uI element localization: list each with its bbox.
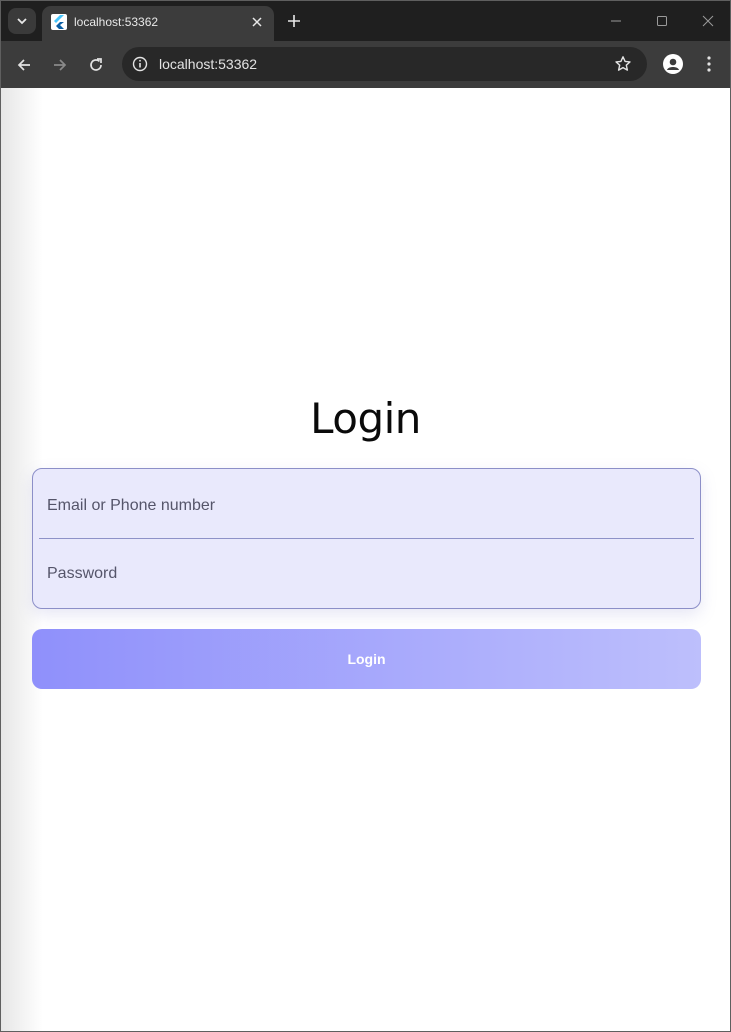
password-input[interactable] [39,541,694,607]
browser-toolbar: localhost:53362 [1,41,730,88]
site-info-button[interactable] [130,54,150,74]
email-field [39,473,694,539]
tab-close-button[interactable] [248,13,266,31]
arrow-right-icon [54,59,67,71]
address-bar[interactable]: localhost:53362 [122,47,647,81]
kebab-menu-icon [707,56,711,72]
window-close-button[interactable] [696,9,720,33]
password-field [39,541,694,607]
maximize-button[interactable] [650,9,674,33]
reload-button[interactable] [83,52,109,78]
browser-menu-button[interactable] [699,52,719,76]
flutter-icon [51,14,67,30]
close-icon [252,17,262,27]
email-input[interactable] [39,473,694,538]
star-icon [615,56,631,71]
new-tab-button[interactable] [282,9,306,33]
forward-button[interactable] [47,52,73,78]
tab-active[interactable]: localhost:53362 [42,6,274,41]
page-content: Login Login [1,88,730,1031]
bookmark-button[interactable] [613,54,633,74]
reload-icon [90,58,102,71]
tab-title: localhost:53362 [74,15,159,29]
login-button[interactable]: Login [32,629,701,689]
back-button[interactable] [11,52,37,78]
url-text[interactable]: localhost:53362 [159,56,257,72]
maximize-icon [657,16,667,26]
login-title: Login [310,394,421,443]
login-form-card [32,468,701,609]
minimize-icon [611,20,621,22]
plus-icon [288,15,300,27]
arrow-left-icon [17,59,30,71]
profile-icon [663,54,683,74]
tab-strip: localhost:53362 [1,1,730,41]
close-icon [702,15,714,27]
chevron-down-icon [17,18,27,25]
info-icon [132,56,148,72]
profile-button[interactable] [661,52,685,76]
tab-search-button[interactable] [8,8,36,34]
minimize-button[interactable] [604,9,628,33]
browser-window: localhost:53362 localhost:53362 Login Em… [0,0,731,1032]
